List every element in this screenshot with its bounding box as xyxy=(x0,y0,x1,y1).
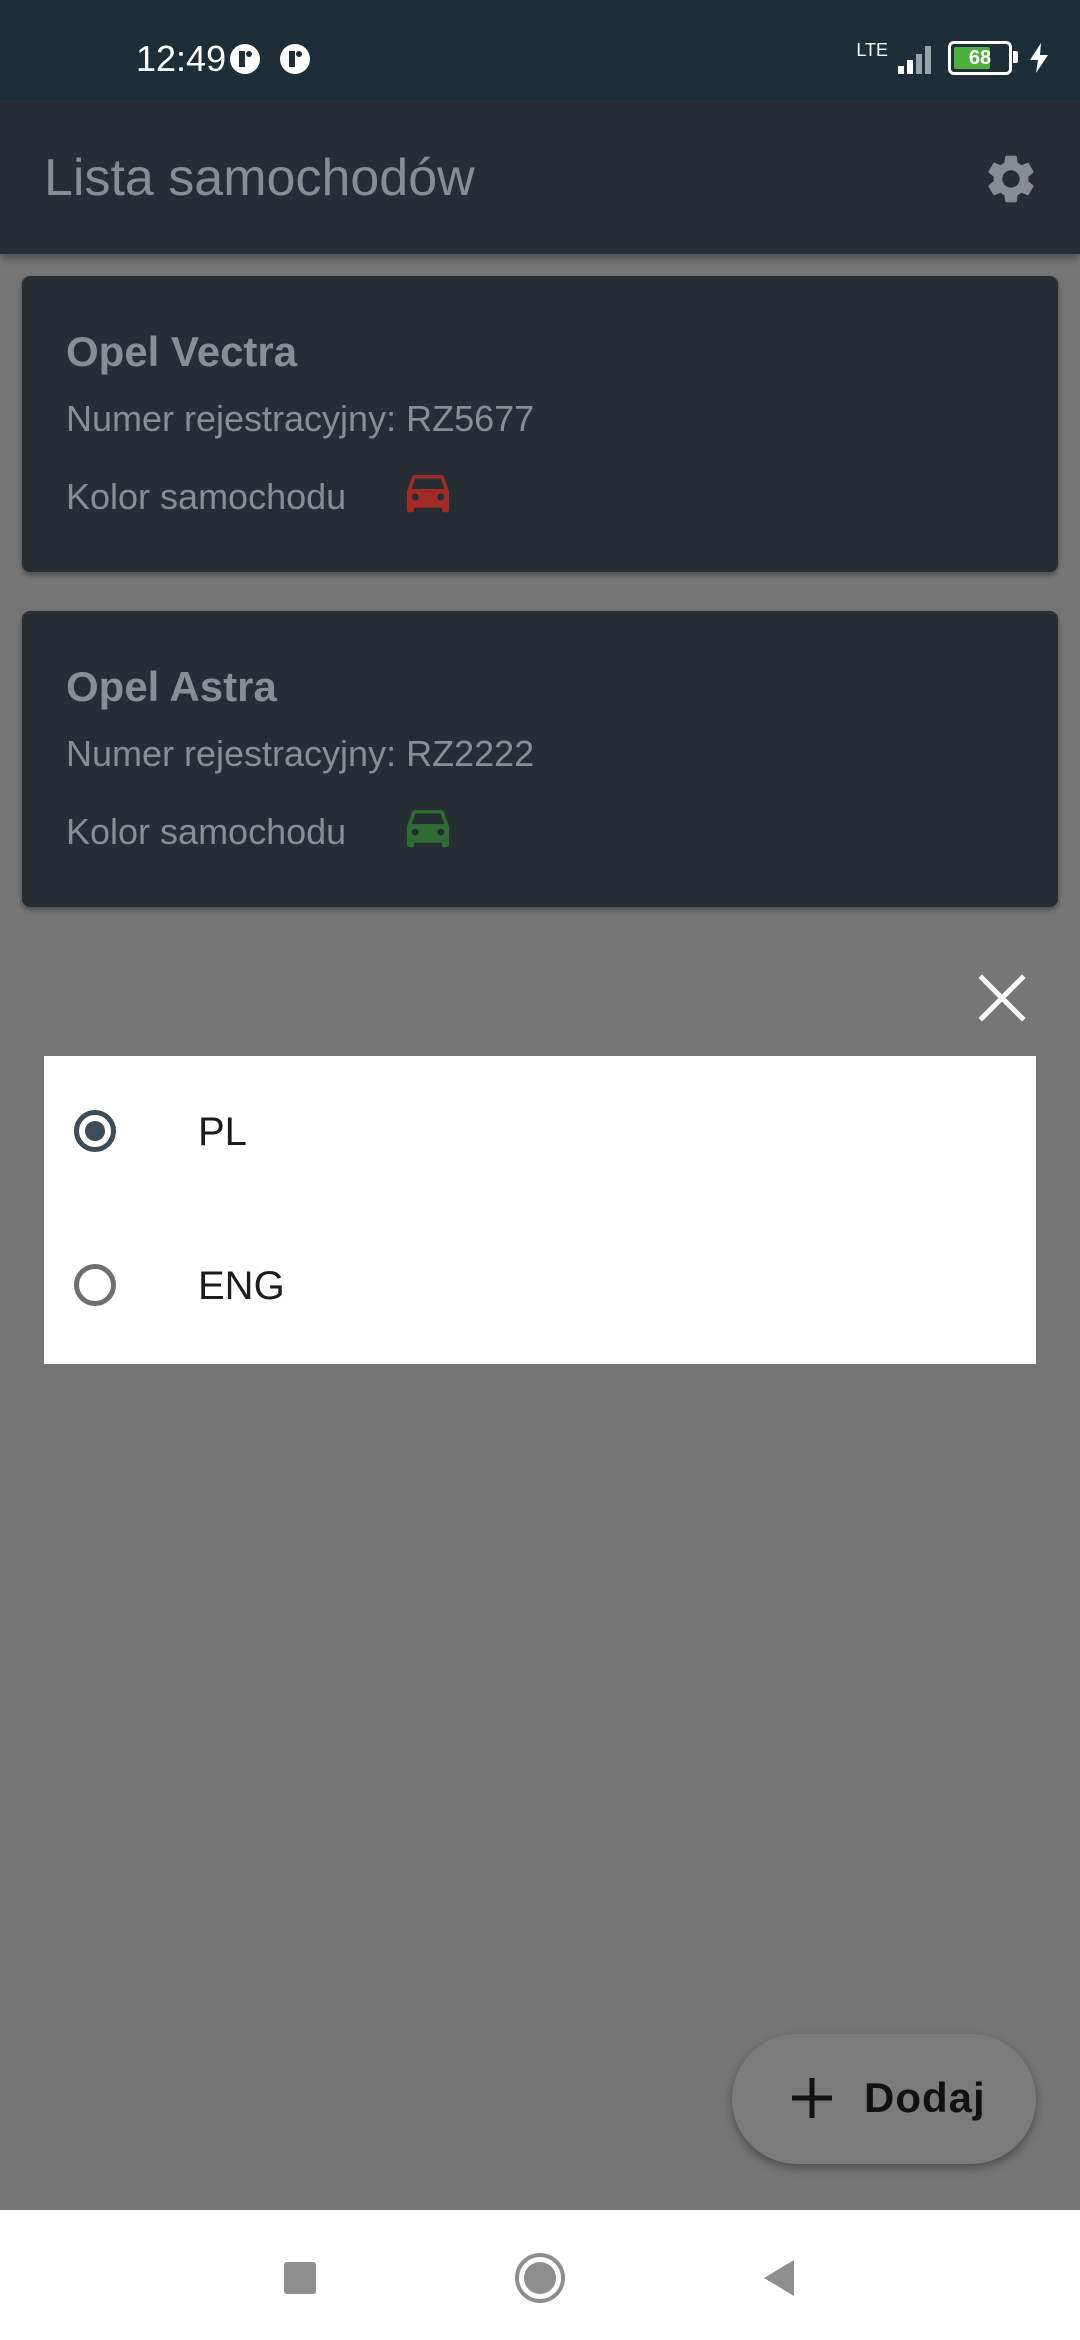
car-registration: Numer rejestracyjny: RZ2222 xyxy=(66,733,535,774)
car-icon xyxy=(407,810,449,848)
add-car-button[interactable]: Dodaj xyxy=(732,2034,1036,2164)
network-type: LTE xyxy=(856,40,888,60)
notification-app-icon xyxy=(280,44,310,74)
circle-icon[interactable] xyxy=(512,2250,568,2306)
car-card[interactable]: Opel Astra Numer rejestracyjny: RZ2222 K… xyxy=(22,611,1058,907)
notification-app-icon xyxy=(230,44,260,74)
page-title: Lista samochodów xyxy=(44,149,475,207)
plus-icon xyxy=(792,2078,832,2118)
car-name: Opel Astra xyxy=(66,663,277,710)
car-name: Opel Vectra xyxy=(66,328,298,375)
close-icon[interactable] xyxy=(976,972,1028,1024)
language-option-eng[interactable]: ENG xyxy=(44,1210,1036,1360)
battery-icon: 68 xyxy=(948,41,1018,75)
car-card[interactable]: Opel Vectra Numer rejestracyjny: RZ5677 … xyxy=(22,276,1058,572)
radio-button-checked[interactable] xyxy=(74,1110,116,1152)
system-nav-bar xyxy=(0,2210,1080,2340)
app-bar: Lista samochodów xyxy=(0,100,1080,254)
language-option-label: ENG xyxy=(198,1264,285,1308)
gear-icon[interactable] xyxy=(982,150,1040,208)
add-button-label: Dodaj xyxy=(864,2074,986,2121)
status-bar: 12:49 LTE 68 xyxy=(0,0,1080,100)
signal-icon xyxy=(898,46,931,74)
language-option-pl[interactable]: PL xyxy=(44,1056,1036,1206)
status-time: 12:49 xyxy=(136,38,227,79)
car-color-label: Kolor samochodu xyxy=(66,476,347,517)
car-color-label: Kolor samochodu xyxy=(66,811,347,852)
car-icon xyxy=(407,475,449,513)
battery-level: 68 xyxy=(968,46,992,69)
triangle-back-icon[interactable] xyxy=(752,2250,808,2306)
square-icon[interactable] xyxy=(272,2250,328,2306)
charging-icon xyxy=(1030,43,1048,73)
radio-button[interactable] xyxy=(74,1264,116,1306)
car-registration: Numer rejestracyjny: RZ5677 xyxy=(66,398,535,439)
language-dialog: PL ENG xyxy=(44,1056,1036,1364)
language-option-label: PL xyxy=(198,1110,247,1154)
status-indicators: LTE 68 xyxy=(856,36,1050,80)
